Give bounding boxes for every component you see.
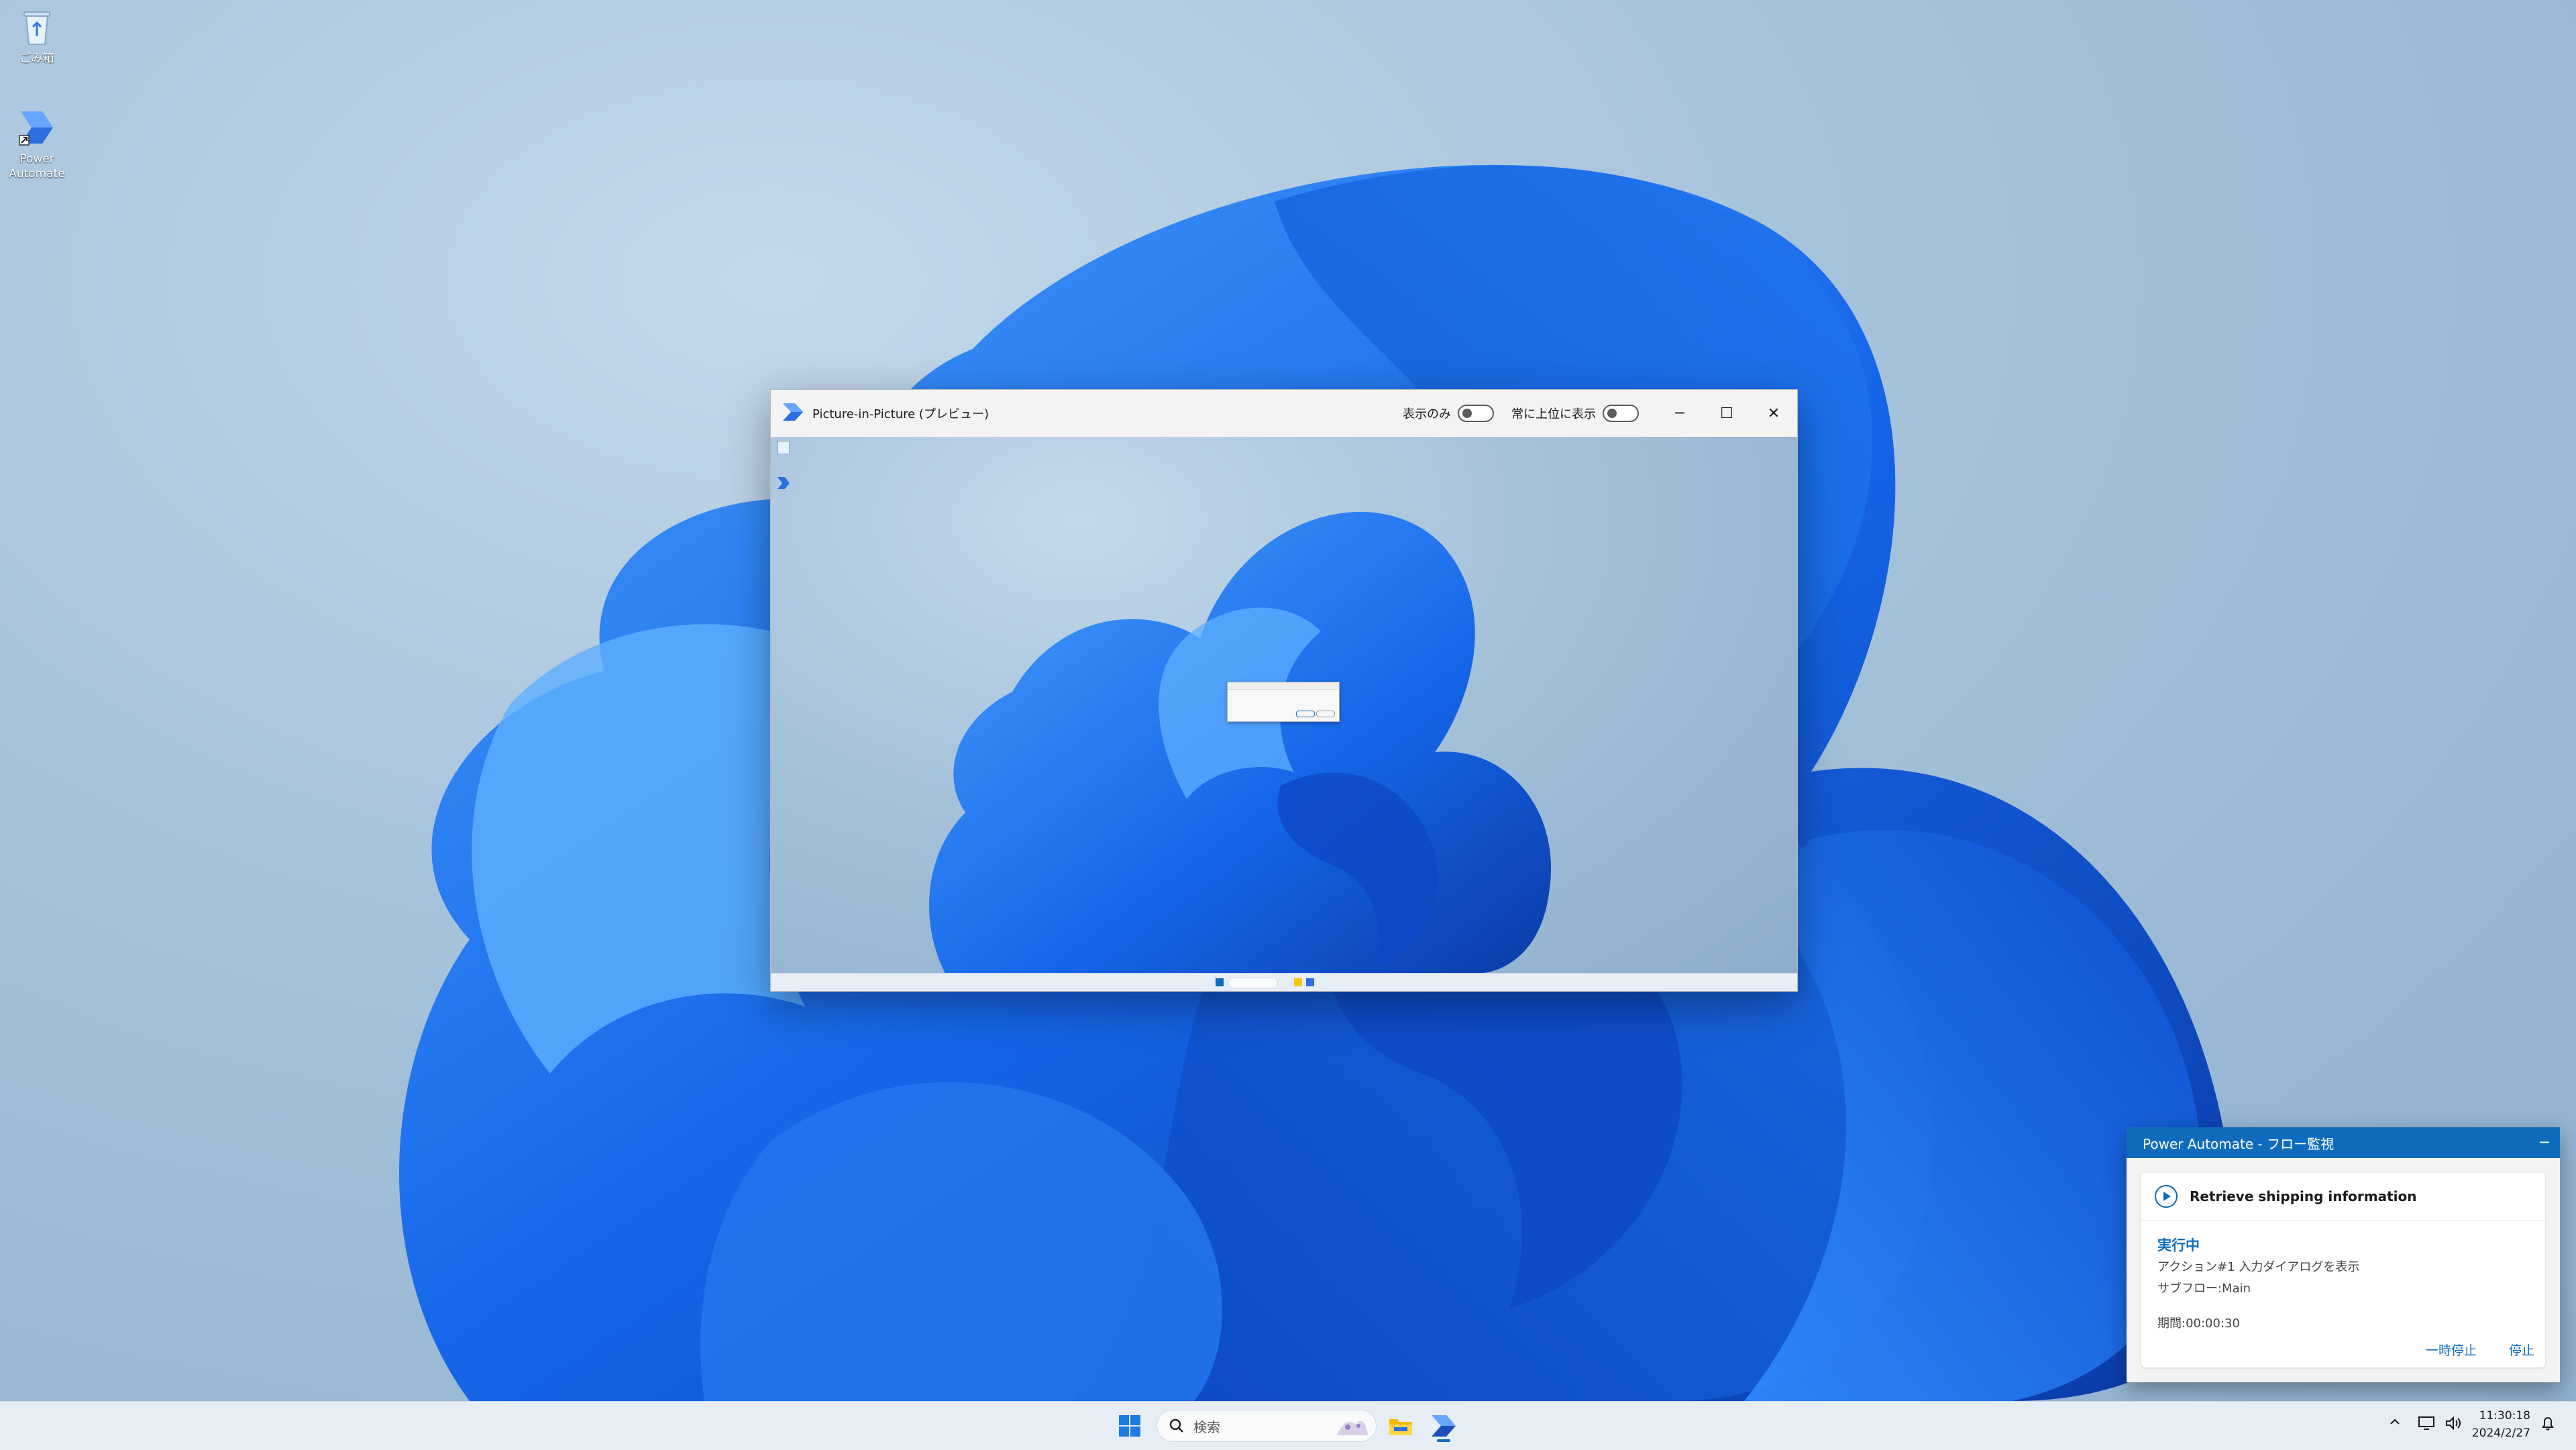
clock-date: 2024/2/27 [2471,1427,2530,1440]
play-icon [2155,1185,2178,1208]
network-icon[interactable] [2418,1415,2435,1435]
power-automate-taskbar-button[interactable] [1425,1407,1462,1445]
close-button[interactable]: ✕ [1750,390,1797,437]
flow-card: Retrieve shipping information 実行中 アクション#… [2141,1173,2545,1367]
pip-mini-taskbar [771,973,1797,991]
always-on-top-label: 常に上位に表示 [1511,407,1596,421]
pip-desktop-icon-recycle [777,441,790,454]
pip-input-dialog [1227,682,1340,722]
desktop-icon-label: ごみ箱 [19,52,54,65]
desktop-icon-power-automate[interactable]: Power Automate [0,106,74,181]
volume-icon[interactable] [2445,1415,2462,1435]
flow-monitor-title: Power Automate - フロー監視 [2143,1135,2334,1152]
power-automate-icon [783,403,803,424]
minimize-button[interactable]: ─ [1656,390,1703,437]
pip-session-view[interactable] [771,437,1797,991]
pause-button[interactable]: 一時停止 [2426,1341,2477,1359]
flow-monitor-header: Power Automate - フロー監視 ─ [2127,1127,2560,1158]
notification-bell-icon[interactable] [2540,1415,2556,1435]
flow-duration-line: 期間:00:00:30 [2157,1316,2240,1331]
power-automate-icon [15,106,58,149]
chevron-up-icon[interactable] [2388,1415,2402,1433]
stop-button[interactable]: 停止 [2509,1341,2534,1359]
clock-time: 11:30:18 [2479,1409,2530,1422]
pip-titlebar[interactable]: Picture-in-Picture (プレビュー) 表示のみ 常に上位に表示 … [771,390,1797,437]
taskbar-search-placeholder: 検索 [1193,1418,1220,1435]
start-button[interactable] [1111,1407,1148,1445]
view-only-label: 表示のみ [1403,407,1451,421]
recycle-bin-icon [15,5,58,48]
flow-monitor-panel[interactable]: Power Automate - フロー監視 ─ Retrieve shippi… [2127,1127,2560,1382]
desktop-icon-label: Power Automate [9,152,65,180]
taskbar: 検索 11:30:18 2024/2/27 [0,1401,2576,1450]
start-icon [1119,1415,1140,1437]
desktop: ごみ箱 Power Automate Picture-in-Picture (プ… [0,0,2576,1401]
flow-monitor-minimize-button[interactable]: ─ [2529,1135,2560,1151]
desktop-icon-recycle-bin[interactable]: ごみ箱 [0,5,74,66]
flow-card-header: Retrieve shipping information [2141,1173,2545,1221]
flow-status: 実行中 [2157,1237,2200,1253]
pip-window[interactable]: Picture-in-Picture (プレビュー) 表示のみ 常に上位に表示 … [770,389,1798,992]
maximize-button[interactable]: ☐ [1703,390,1750,437]
search-icon [1169,1418,1183,1433]
taskbar-clock[interactable]: 11:30:18 2024/2/27 [2469,1407,2530,1442]
search-highlight-icon [1337,1420,1368,1435]
file-explorer-button[interactable] [1382,1407,1419,1445]
pip-window-title: Picture-in-Picture (プレビュー) [812,407,989,421]
taskbar-search-input[interactable]: 検索 [1157,1410,1377,1442]
always-on-top-toggle[interactable] [1603,405,1639,422]
active-indicator [1437,1439,1450,1442]
power-automate-icon [1432,1415,1456,1437]
flow-subflow-line: サブフロー:Main [2157,1282,2251,1296]
flow-action-line: アクション#1 入力ダイアログを表示 [2157,1260,2360,1274]
flow-name: Retrieve shipping information [2190,1188,2417,1204]
file-explorer-icon [1389,1419,1412,1435]
view-only-toggle[interactable] [1458,405,1494,422]
